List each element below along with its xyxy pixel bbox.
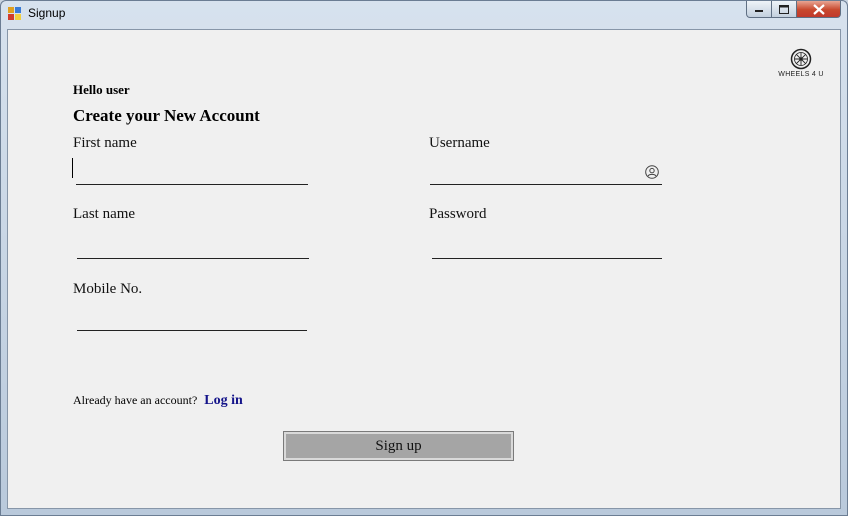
caption-buttons	[746, 1, 841, 19]
close-button[interactable]	[797, 1, 841, 18]
username-label: Username	[429, 135, 490, 151]
form-panel: WHEELS 4 U Hello user Create your New Ac…	[7, 29, 841, 509]
login-link[interactable]: Log in	[204, 393, 243, 408]
username-field[interactable]	[430, 160, 662, 185]
title-bar[interactable]: Signup	[1, 1, 847, 27]
user-icon	[645, 165, 659, 179]
login-prompt-row: Already have an account? Log in	[73, 393, 243, 409]
maximize-icon	[772, 1, 796, 17]
close-icon	[797, 1, 840, 17]
brand-logo: WHEELS 4 U	[775, 48, 827, 78]
signup-window: Signup WHEELS 4 U Hello user Create your…	[0, 0, 848, 516]
greeting: Hello user	[73, 82, 130, 97]
login-prompt: Already have an account?	[73, 393, 198, 407]
last-name-field[interactable]	[77, 234, 309, 259]
page-title: Create your New Account	[73, 106, 260, 125]
password-label: Password	[429, 206, 487, 222]
mobile-label: Mobile No.	[73, 281, 143, 297]
first-name-field[interactable]	[76, 160, 308, 185]
app-icon	[8, 7, 22, 21]
minimize-button[interactable]	[746, 1, 772, 18]
mobile-field[interactable]	[77, 306, 307, 331]
first-name-label: First name	[73, 135, 137, 151]
minimize-icon	[747, 1, 771, 17]
text-caret	[72, 158, 73, 178]
window-title: Signup	[28, 6, 66, 20]
maximize-button[interactable]	[772, 1, 797, 18]
signup-button[interactable]: Sign up	[283, 431, 514, 461]
logo-text: WHEELS 4 U	[778, 71, 824, 78]
last-name-label: Last name	[73, 206, 136, 222]
password-field[interactable]	[432, 234, 662, 259]
wheel-icon	[790, 48, 812, 70]
